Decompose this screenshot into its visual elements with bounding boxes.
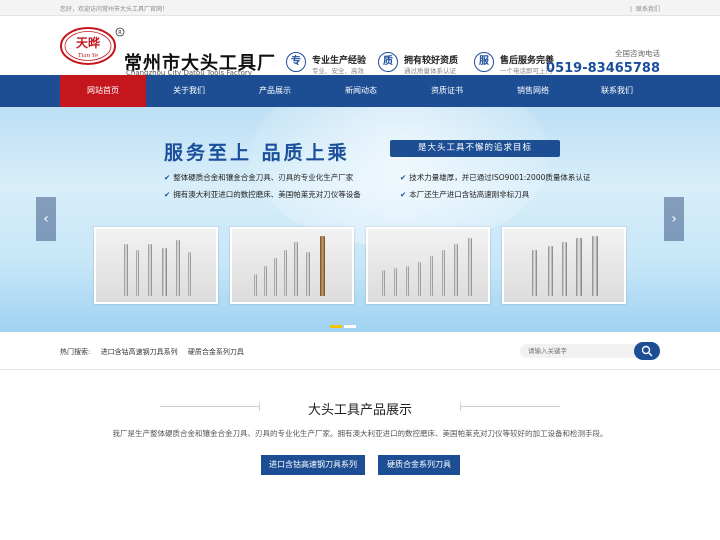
nav-item-home[interactable]: 网站首页 (60, 75, 146, 107)
product-photo-drills[interactable] (94, 227, 218, 304)
hotline: 全国咨询电话 0519-83465788 (546, 48, 660, 76)
hot-search: 热门搜索: 进口含钴高速钢刀具系列 硬质合金系列刀具 (60, 347, 244, 357)
search-bar: 热门搜索: 进口含钴高速钢刀具系列 硬质合金系列刀具 (0, 332, 720, 370)
banner-slogan: 服务至上 品质上乘 (164, 142, 350, 164)
divider: | (630, 6, 633, 13)
top-links: | 联系我们 (628, 4, 660, 13)
search-input[interactable] (520, 344, 642, 358)
hot-search-label: 热门搜索: (60, 348, 91, 356)
category-button-hss[interactable]: 进口含钴高速钢刀具系列 (261, 455, 365, 475)
main-nav: 网站首页 关于我们 产品展示 新闻动态 资质证书 销售网络 联系我们 (0, 75, 720, 107)
qualification-icon: 质 (378, 52, 398, 72)
hot-keyword[interactable]: 进口含钴高速钢刀具系列 (101, 348, 178, 356)
experience-icon: 专 (286, 52, 306, 72)
check-icon: ✔ (164, 190, 171, 199)
prev-slide-button[interactable]: ‹ (36, 197, 56, 241)
contact-link[interactable]: 联系我们 (636, 6, 660, 13)
check-icon: ✔ (164, 173, 171, 182)
welcome-text: 您好，欢迎访问常州市大头工具厂官网！ (60, 6, 169, 13)
svg-text:R: R (118, 30, 122, 36)
service-icon: 服 (474, 52, 494, 72)
divider (460, 402, 560, 411)
banner-bullet: ✔ 本厂还生产进口含钴高速刚非标刀具 (400, 190, 530, 199)
top-bar: 您好，欢迎访问常州市大头工具厂官网！ | 联系我们 (0, 0, 720, 16)
product-photo-end-mills[interactable] (502, 227, 626, 304)
logo-text: 天晔 (76, 35, 100, 50)
hotline-label: 全国咨询电话 (615, 49, 660, 58)
nav-item-news[interactable]: 新闻动态 (318, 75, 404, 107)
category-button-carbide[interactable]: 硬质合金系列刀具 (378, 455, 460, 475)
hero-banner: 服务至上 品质上乘 是大头工具不懈的追求目标 ✔ 整体硬质合金和镶金合金刀具、刃具… (0, 107, 720, 332)
banner-tagline: 是大头工具不懈的追求目标 (390, 140, 560, 157)
header: 天晔 Tian Ye R 常州市大头工具厂 Changzhou City Dat… (0, 16, 720, 77)
company-logo[interactable]: 天晔 Tian Ye R (60, 26, 126, 66)
banner-bullet: ✔ 技术力量雄厚，并已通过ISO9001:2000质量体系认证 (400, 173, 591, 182)
check-icon: ✔ (400, 173, 407, 182)
feature-subtitle: 专业、安全、高效 (312, 67, 364, 75)
search-icon (641, 345, 653, 357)
banner-bullet: ✔ 整体硬质合金和镶金合金刀具、刃具的专业化生产厂家 (164, 173, 354, 182)
nav-item-products[interactable]: 产品展示 (232, 75, 318, 107)
slide-dot-active[interactable] (330, 325, 342, 328)
check-icon: ✔ (400, 190, 407, 199)
next-slide-button[interactable]: › (664, 197, 684, 241)
banner-bullet: ✔ 拥有澳大利亚进口的数控磨床、美国帕莱克对刀仪等设备 (164, 190, 361, 199)
section-title: 大头工具产品展示 (307, 403, 412, 418)
slide-indicator (330, 313, 358, 332)
nav-item-sales-network[interactable]: 销售网络 (490, 75, 576, 107)
nav-item-certificates[interactable]: 资质证书 (404, 75, 490, 107)
hot-keyword[interactable]: 硬质合金系列刀具 (188, 348, 244, 356)
search-button[interactable] (634, 342, 660, 360)
logo-subtext: Tian Ye (78, 53, 99, 59)
product-photo-taps[interactable] (230, 227, 354, 304)
feature-subtitle: 一个电话即可上门 (500, 67, 552, 75)
nav-item-about[interactable]: 关于我们 (146, 75, 232, 107)
product-photo-reamers[interactable] (366, 227, 490, 304)
nav-item-contact[interactable]: 联系我们 (574, 75, 660, 107)
section-description: 我厂是生产整体硬质合金和镶金合金刀具、刃具的专业化生产厂家。拥有澳大利亚进口的数… (112, 429, 608, 438)
search-box (520, 342, 660, 360)
slide-dot[interactable] (344, 325, 356, 328)
hotline-number[interactable]: 0519-83465788 (546, 61, 660, 76)
feature-subtitle: 通过质量体系认证 (404, 67, 456, 75)
